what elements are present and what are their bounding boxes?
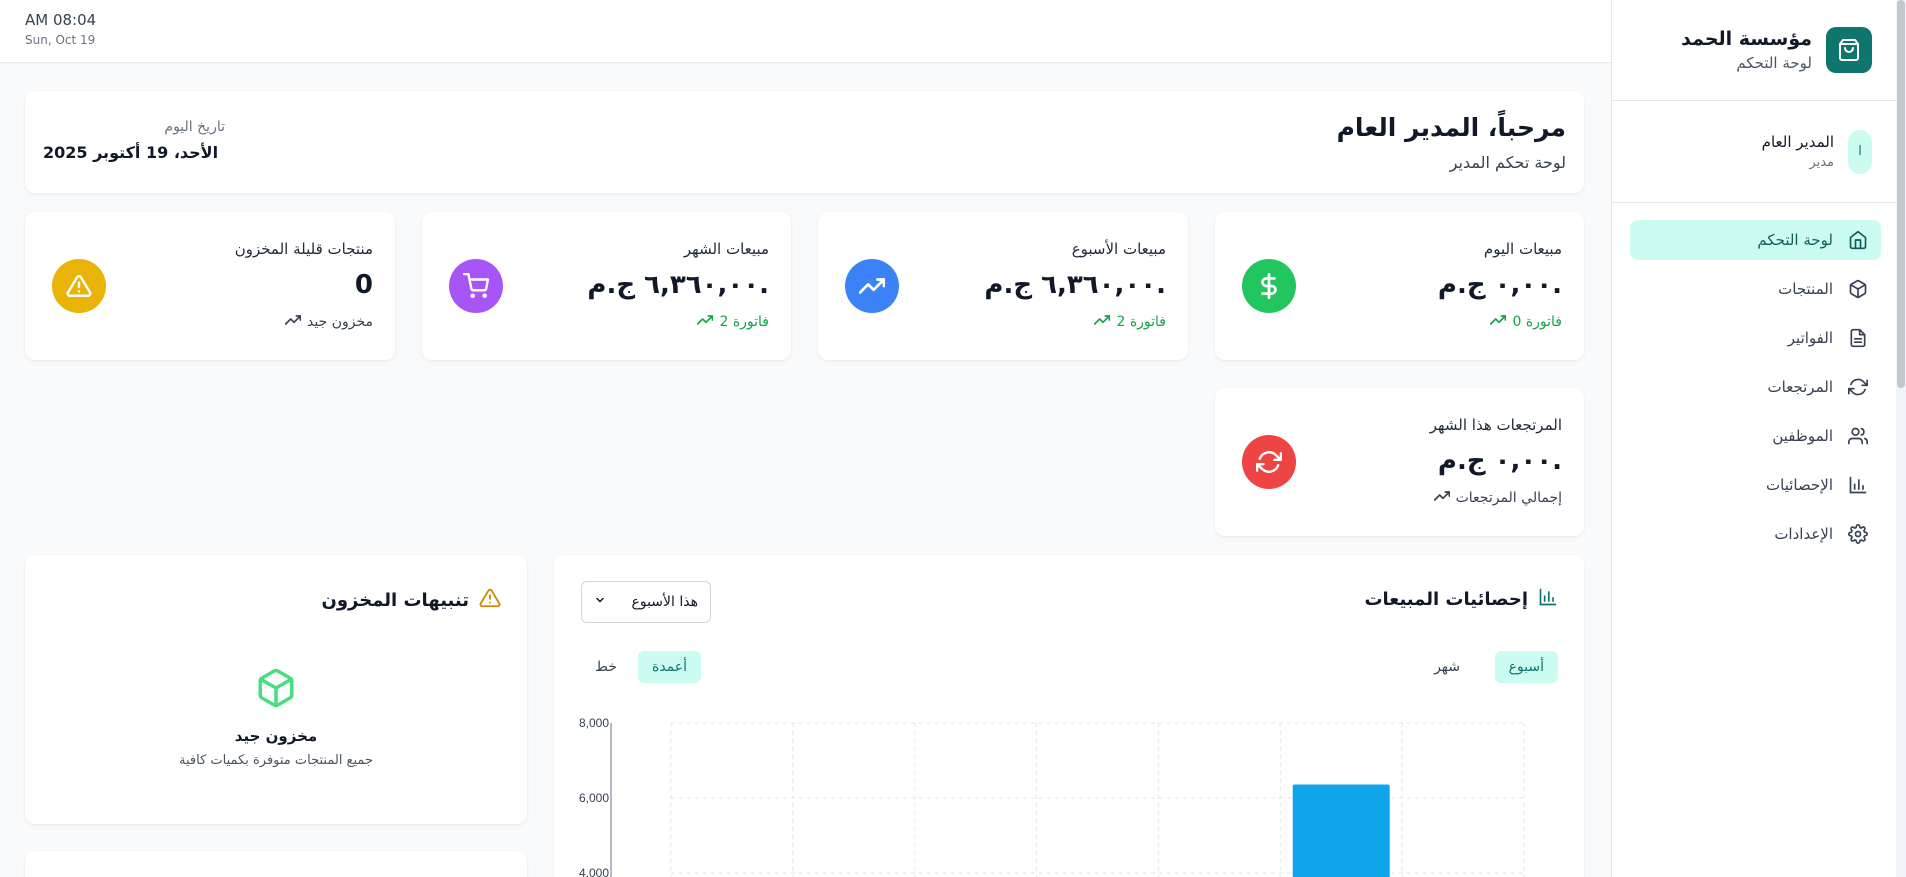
trend-up-icon [697, 312, 714, 332]
date-label: تاريخ اليوم [164, 119, 225, 135]
sales-chart: 4,000 6,000 8,000 [579, 716, 1525, 877]
sidebar-nav: لوحة التحكم المنتجات الفواتير المرتجعات … [1612, 203, 1906, 554]
user-profile[interactable]: المدير العام مدير ا [1612, 101, 1906, 203]
empty-state-subtitle: جميع المنتجات متوفرة بكميات كافية [179, 753, 373, 768]
sidebar-item-returns[interactable]: المرتجعات [1630, 367, 1881, 407]
sidebar-item-label: الإعدادات [1774, 525, 1833, 543]
home-icon [1847, 229, 1869, 251]
gear-icon [1847, 523, 1869, 545]
top-bar: AM 08:04 Sun, Oct 19 [0, 0, 1611, 63]
trend-up-icon [1433, 488, 1450, 508]
stat-card-low-stock: منتجات قليلة المخزون 0 مخزون جيد [25, 212, 395, 360]
secondary-card [25, 851, 527, 877]
stat-sub: 0 فاتورة [1490, 312, 1562, 332]
trend-up-icon [1490, 312, 1507, 332]
welcome-card: مرحباً، المدير العام لوحة تحكم المدير تا… [25, 91, 1584, 193]
clock: AM 08:04 Sun, Oct 19 [25, 11, 96, 47]
sidebar-item-label: لوحة التحكم [1757, 231, 1833, 249]
stat-value: ٠,٠٠ ج.م. [1437, 270, 1562, 300]
bar-chart-icon [1847, 474, 1869, 496]
warning-icon [52, 259, 106, 313]
sidebar-item-label: الإحصائيات [1766, 476, 1833, 494]
stat-sub-text: 0 فاتورة [1512, 314, 1562, 330]
dollar-icon [1242, 259, 1296, 313]
stat-card-month: مبيعات الشهر ٦,٣٦٠,٠٠ ج.م. 2 فاتورة [422, 212, 791, 360]
stat-card-week: مبيعات الأسبوع ٦,٣٦٠,٠٠ ج.م. 2 فاتورة [818, 212, 1188, 360]
stat-label: المرتجعات هذا الشهر [1429, 416, 1562, 434]
stat-sub: إجمالي المرتجعات [1433, 488, 1562, 508]
user-role: مدير [1809, 155, 1834, 170]
stat-label: مبيعات اليوم [1483, 240, 1562, 258]
warning-icon [479, 587, 501, 614]
sidebar-item-settings[interactable]: الإعدادات [1630, 514, 1881, 554]
sidebar-item-label: المرتجعات [1767, 378, 1833, 396]
brand-subtitle: لوحة التحكم [1736, 54, 1812, 72]
sidebar-item-label: الموظفين [1772, 427, 1833, 445]
stat-sub-text: 2 فاتورة [1116, 314, 1166, 330]
trending-up-icon [845, 259, 899, 313]
stat-value: 0 [354, 270, 373, 300]
refresh-icon [1242, 435, 1296, 489]
refresh-icon [1847, 376, 1869, 398]
stat-sub-text: إجمالي المرتجعات [1455, 490, 1562, 506]
avatar: ا [1848, 129, 1872, 174]
stat-label: منتجات قليلة المخزون [234, 240, 373, 258]
brand: مؤسسة الحمد لوحة التحكم [1612, 0, 1906, 101]
stat-label: مبيعات الشهر [683, 240, 769, 258]
sidebar: مؤسسة الحمد لوحة التحكم المدير العام مدي… [1611, 0, 1906, 877]
shopping-bag-icon [1826, 27, 1872, 73]
stat-sub: مخزون جيد [284, 312, 373, 332]
users-icon [1847, 425, 1869, 447]
sidebar-item-invoices[interactable]: الفواتير [1630, 318, 1881, 358]
clock-time: AM 08:04 [25, 11, 97, 29]
stat-sub-text: 2 فاتورة [719, 314, 769, 330]
y-tick-label: 8,000 [579, 716, 609, 730]
scrollbar[interactable] [1896, 0, 1906, 877]
page-subtitle: لوحة تحكم المدير [1449, 153, 1566, 172]
box-icon [1847, 278, 1869, 300]
box-icon [255, 667, 297, 713]
trend-up-icon [284, 312, 302, 332]
sidebar-item-label: المنتجات [1778, 280, 1833, 298]
user-name: المدير العام [1761, 133, 1834, 151]
stat-label: مبيعات الأسبوع [1071, 240, 1166, 258]
clock-date: Sun, Oct 19 [25, 33, 96, 47]
stat-value: ٠,٠٠ ج.م. [1437, 446, 1562, 476]
stat-sub: 2 فاتورة [697, 312, 769, 332]
scrollbar-thumb[interactable] [1897, 0, 1905, 388]
sidebar-item-label: الفواتير [1787, 329, 1833, 347]
stock-alerts-card: تنبيهات المخزون مخزون جيد جميع المنتجات … [25, 555, 527, 824]
stock-alerts-title-text: تنبيهات المخزون [321, 590, 469, 611]
sidebar-item-statistics[interactable]: الإحصائيات [1630, 465, 1881, 505]
sidebar-item-products[interactable]: المنتجات [1630, 269, 1881, 309]
sidebar-item-dashboard[interactable]: لوحة التحكم [1630, 220, 1881, 260]
stat-card-returns: المرتجعات هذا الشهر ٠,٠٠ ج.م. إجمالي الم… [1215, 388, 1584, 536]
sales-stats-card: إحصائيات المبيعات هذا الأسبوع أسبوع شهر … [554, 555, 1584, 877]
page-title: مرحباً، المدير العام [1336, 113, 1566, 142]
file-icon [1847, 327, 1869, 349]
empty-state-title: مخزون جيد [234, 727, 318, 745]
stat-sub-text: مخزون جيد [307, 314, 373, 330]
y-tick-label: 4,000 [579, 866, 609, 877]
stat-card-today: مبيعات اليوم ٠,٠٠ ج.م. 0 فاتورة [1215, 212, 1584, 360]
trend-up-icon [1094, 312, 1111, 332]
chart-bar [1292, 784, 1390, 877]
stat-value: ٦,٣٦٠,٠٠ ج.م. [587, 270, 769, 300]
date-value: الأحد، 19 أكتوبر 2025 [43, 143, 219, 162]
sidebar-item-employees[interactable]: الموظفين [1630, 416, 1881, 456]
brand-name: مؤسسة الحمد [1681, 28, 1812, 50]
shopping-cart-icon [449, 259, 503, 313]
stat-value: ٦,٣٦٠,٠٠ ج.م. [984, 270, 1166, 300]
stat-sub: 2 فاتورة [1094, 312, 1166, 332]
y-tick-label: 6,000 [579, 791, 609, 805]
stock-alerts-title: تنبيهات المخزون [321, 587, 501, 614]
